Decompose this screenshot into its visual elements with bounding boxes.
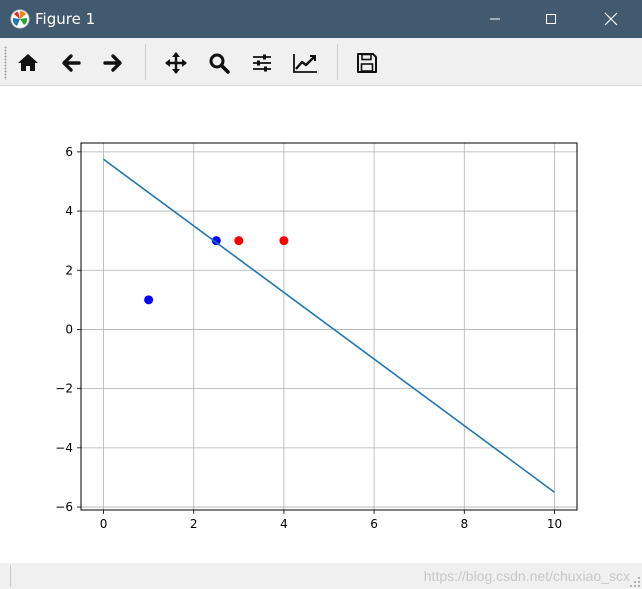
y-tick-label: 2: [65, 263, 73, 277]
x-tick-label: 6: [370, 517, 378, 531]
forward-button[interactable]: [96, 46, 130, 80]
toolbar-separator: [145, 44, 146, 80]
minimize-button[interactable]: [472, 0, 518, 38]
x-tick-label: 8: [460, 517, 468, 531]
x-tick-label: 0: [100, 517, 108, 531]
window-title: Figure 1: [35, 10, 96, 28]
plot-svg: 0 2 4 6 8 10 6 4 2 0 −2 −4 −6: [55, 142, 578, 531]
zoom-button[interactable]: [202, 46, 236, 80]
ticks: 0 2 4 6 8 10 6 4 2 0 −2 −4 −6: [55, 145, 562, 531]
close-button[interactable]: [588, 0, 634, 38]
save-button[interactable]: [350, 46, 384, 80]
status-grip: [10, 565, 11, 587]
title-bar: Figure 1: [0, 0, 642, 38]
toolbar-separator: [337, 44, 338, 80]
edit-axis-button[interactable]: [288, 46, 322, 80]
watermark-text: https://blog.csdn.net/chuxiao_scx: [423, 568, 630, 584]
red-data-point: [234, 236, 244, 246]
floppy-disk-icon: [357, 53, 377, 73]
line-chart-icon: [293, 54, 317, 73]
y-tick-label: 6: [65, 145, 73, 159]
y-tick-label: −2: [55, 382, 73, 396]
back-button[interactable]: [54, 46, 88, 80]
figure-canvas[interactable]: 0 2 4 6 8 10 6 4 2 0 −2 −4 −6: [0, 86, 642, 563]
y-tick-label: −4: [55, 441, 73, 455]
minimize-icon: [490, 18, 500, 20]
regression-line: [103, 158, 555, 493]
pan-button[interactable]: [159, 46, 193, 80]
status-bar: https://blog.csdn.net/chuxiao_scx: [0, 563, 642, 589]
matplotlib-logo-icon: [10, 9, 30, 29]
maximize-button[interactable]: [528, 0, 574, 38]
resize-grip-icon[interactable]: [630, 577, 640, 587]
y-tick-label: 4: [65, 204, 73, 218]
home-button[interactable]: [11, 46, 45, 80]
toolbar-grip[interactable]: [4, 46, 7, 80]
sliders-icon: [253, 54, 271, 72]
configure-subplots-button[interactable]: [245, 46, 279, 80]
x-tick-label: 2: [190, 517, 198, 531]
maximize-icon: [546, 14, 556, 24]
x-tick-label: 4: [280, 517, 288, 531]
home-icon: [18, 54, 38, 71]
y-tick-label: −6: [55, 500, 73, 514]
blue-data-point: [144, 295, 154, 305]
red-data-point: [279, 236, 289, 246]
y-tick-label: 0: [65, 322, 73, 336]
move-icon: [165, 52, 187, 74]
arrow-left-icon: [62, 54, 81, 72]
arrow-right-icon: [103, 54, 122, 72]
navigation-toolbar: [0, 38, 642, 86]
x-tick-label: 10: [547, 517, 562, 531]
magnifier-icon: [209, 53, 230, 74]
series: [103, 158, 555, 493]
close-icon: [604, 12, 618, 26]
